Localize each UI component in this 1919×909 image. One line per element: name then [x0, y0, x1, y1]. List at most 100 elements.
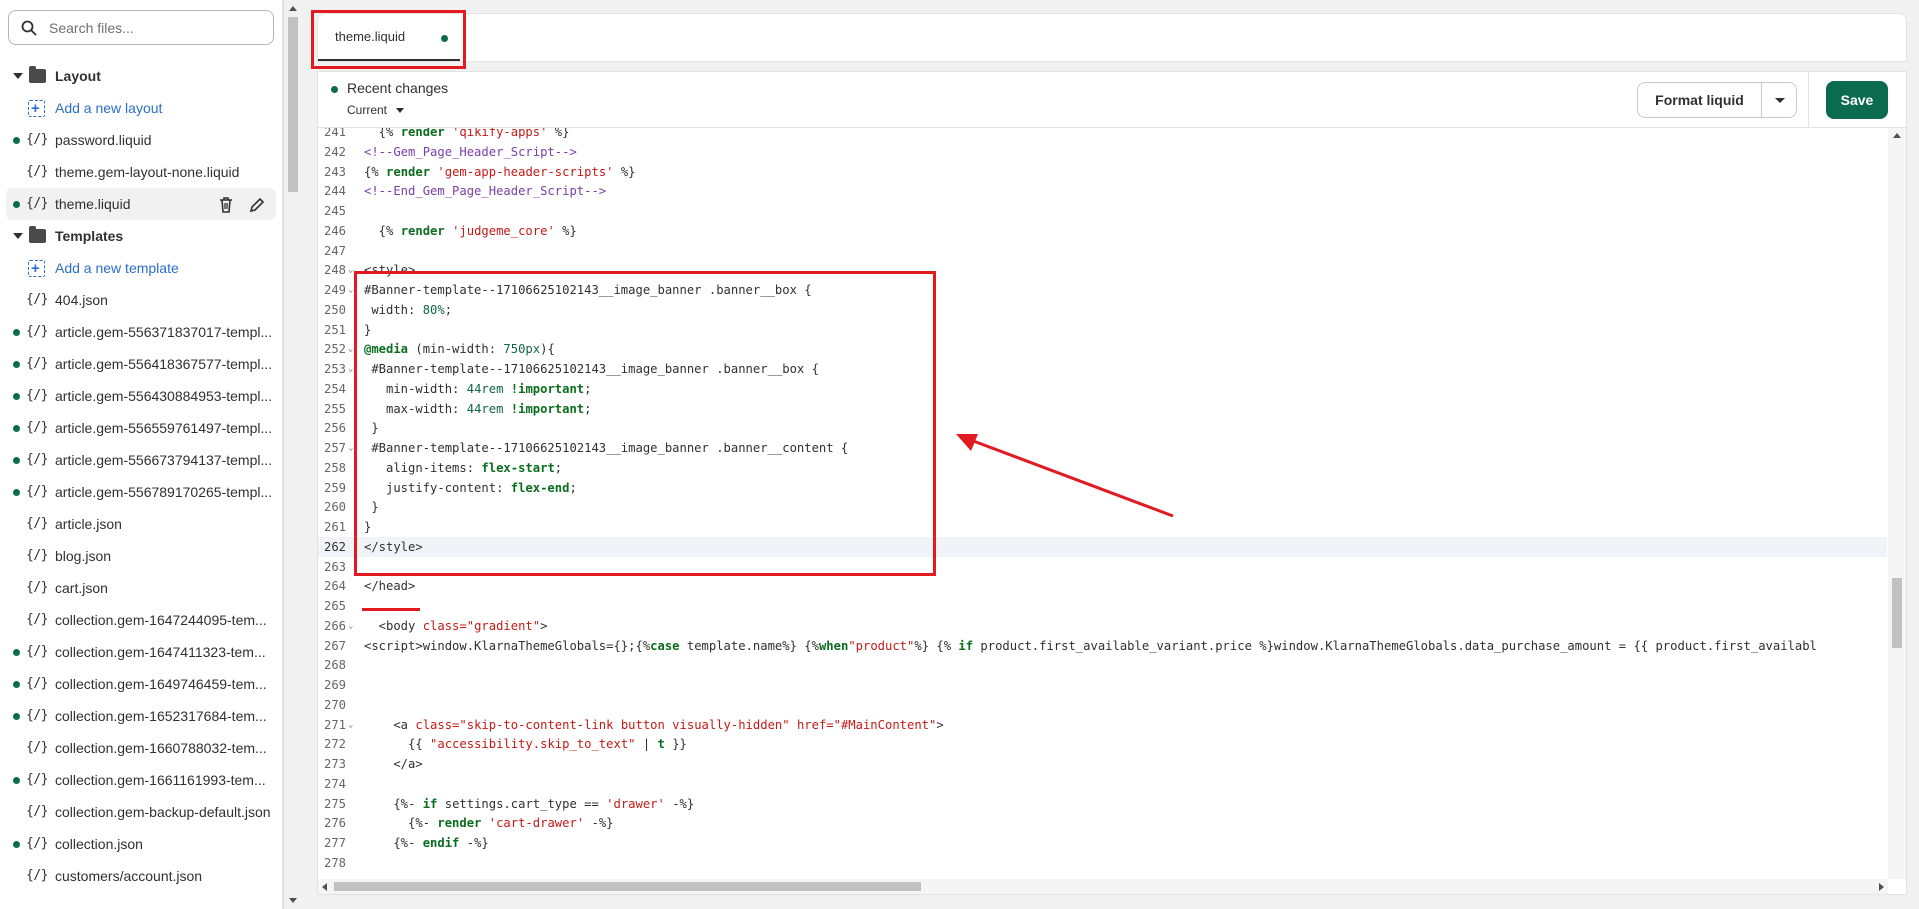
code-line[interactable]: 264 </head> — [318, 576, 1887, 596]
scroll-up-icon[interactable] — [1893, 133, 1901, 138]
file-item[interactable]: {/} blog.json — [0, 540, 276, 572]
fold-chevron-icon[interactable]: ⌄ — [348, 280, 353, 300]
file-item[interactable]: {/} 404.json — [0, 284, 276, 316]
code-line[interactable]: 254 min-width: 44rem !important; — [318, 379, 1887, 399]
file-item[interactable]: {/} theme.gem-layout-none.liquid — [0, 156, 276, 188]
file-item[interactable]: {/} article.gem-556418367577-templ... — [0, 348, 276, 380]
code-line[interactable]: 274 — [318, 774, 1887, 794]
code-line[interactable]: 262 </style> — [318, 536, 1887, 557]
code-line[interactable]: 272 {{ "accessibility.skip_to_text" | t … — [318, 734, 1887, 754]
file-label: password.liquid — [55, 132, 152, 148]
file-item[interactable]: {/} article.json — [0, 508, 276, 540]
file-item[interactable]: {/} article.gem-556371837017-templ... — [0, 316, 276, 348]
trash-icon[interactable] — [218, 196, 234, 214]
code-horizontal-scrollbar[interactable] — [318, 879, 1888, 894]
code-line[interactable]: 252 ⌄ @media (min-width: 750px){ — [318, 339, 1887, 359]
code-line[interactable]: 267 <script>window.KlarnaThemeGlobals={};… — [318, 636, 1887, 656]
code-line[interactable]: 268 — [318, 655, 1887, 675]
code-vertical-scrollbar[interactable] — [1888, 128, 1906, 879]
search-box[interactable] — [8, 10, 274, 45]
code-line[interactable]: 251} — [318, 320, 1887, 340]
fold-chevron-icon[interactable]: ⌄ — [348, 616, 353, 636]
format-liquid-button[interactable]: Format liquid — [1637, 82, 1762, 118]
file-item[interactable]: {/} customers/account.json — [0, 860, 276, 892]
code-line[interactable]: 266 ⌄ <body class="gradient"> — [318, 616, 1887, 636]
code-line[interactable]: 242 <!--Gem_Page_Header_Script--> — [318, 142, 1887, 162]
scroll-thumb[interactable] — [1892, 578, 1902, 648]
code-line[interactable]: 247 — [318, 241, 1887, 261]
code-line[interactable]: 253 ⌄ #Banner-template--17106625102143__i… — [318, 359, 1887, 379]
file-item[interactable]: {/} collection.gem-backup-default.json — [0, 796, 276, 828]
fold-chevron-icon[interactable]: ⌄ — [348, 260, 353, 280]
fold-chevron-icon[interactable]: ⌄ — [348, 438, 353, 458]
sidebar-scrollbar[interactable] — [283, 0, 300, 909]
code-line[interactable]: 241 {% render 'qikify-apps' %} — [318, 128, 1887, 142]
search-input[interactable] — [49, 18, 264, 38]
code-line[interactable]: 263 — [318, 557, 1887, 577]
version-select[interactable]: Current — [347, 103, 387, 117]
file-item[interactable]: {/} cart.json — [0, 572, 276, 604]
file-item[interactable]: {/} article.gem-556673794137-templ... — [0, 444, 276, 476]
save-button[interactable]: Save — [1826, 81, 1888, 119]
code-line[interactable]: 256 } — [318, 418, 1887, 438]
file-item[interactable]: {/} collection.gem-1660788032-tem... — [0, 732, 276, 764]
code-line[interactable]: 278 — [318, 853, 1887, 873]
fold-chevron-icon[interactable]: ⌄ — [348, 359, 353, 379]
fold-chevron-icon[interactable]: ⌄ — [348, 715, 353, 735]
code-line[interactable]: 248 ⌄ <style> — [318, 260, 1887, 280]
scroll-up-icon[interactable] — [289, 6, 297, 11]
scroll-right-icon[interactable] — [1879, 883, 1884, 891]
code-line[interactable]: 265 — [318, 596, 1887, 616]
tab-theme-liquid[interactable]: theme.liquid — [318, 14, 460, 61]
code-line[interactable]: 276 {%- render 'cart-drawer' -%} — [318, 813, 1887, 833]
code-line[interactable]: 277 {%- endif -%} — [318, 833, 1887, 853]
chevron-down-icon[interactable] — [13, 233, 23, 239]
code-line[interactable]: 255 max-width: 44rem !important; — [318, 399, 1887, 419]
code-line[interactable]: 269 — [318, 675, 1887, 695]
file-item[interactable]: {/} collection.json — [0, 828, 276, 860]
code-line[interactable]: 249 ⌄ #Banner-template--17106625102143__im… — [318, 280, 1887, 300]
code-text: <!--Gem_Page_Header_Script--> — [364, 144, 577, 159]
file-item[interactable]: {/} collection.gem-1661161993-tem... — [0, 764, 276, 796]
file-item[interactable]: {/} collection.gem-1652317684-tem... — [0, 700, 276, 732]
file-item[interactable]: {/} collection.gem-1647244095-tem... — [0, 604, 276, 636]
scroll-thumb[interactable] — [288, 17, 298, 192]
code-line[interactable]: 257 ⌄ #Banner-template--17106625102143__i… — [318, 438, 1887, 458]
code-line[interactable]: 258 align-items: flex-start; — [318, 458, 1887, 478]
code-line[interactable]: 275 {%- if settings.cart_type == 'drawer… — [318, 794, 1887, 814]
file-label: collection.gem-1661161993-tem... — [55, 772, 266, 788]
pencil-icon[interactable] — [248, 196, 266, 214]
code-line[interactable]: 270 — [318, 695, 1887, 715]
add-new-link[interactable]: Add a new layout — [0, 92, 276, 125]
chevron-down-icon[interactable] — [13, 73, 23, 79]
file-item[interactable]: {/} collection.gem-1649746459-tem... — [0, 668, 276, 700]
code-line[interactable]: 260 } — [318, 497, 1887, 517]
scroll-left-icon[interactable] — [322, 883, 327, 891]
code-line[interactable]: 261} — [318, 517, 1887, 537]
add-new-link[interactable]: Add a new template — [0, 252, 276, 285]
file-item[interactable]: {/} article.gem-556430884953-templ... — [0, 380, 276, 412]
file-item[interactable]: {/} theme.liquid — [6, 188, 276, 220]
fold-chevron-icon[interactable]: ⌄ — [348, 339, 353, 359]
file-item[interactable]: {/} article.gem-556789170265-templ... — [0, 476, 276, 508]
file-item[interactable]: {/} password.liquid — [0, 124, 276, 156]
code-text: {% render 'qikify-apps' %} — [364, 128, 570, 139]
code-line[interactable]: 259 justify-content: flex-end; — [318, 478, 1887, 498]
chevron-down-icon[interactable] — [396, 108, 404, 113]
line-number: 251 — [323, 322, 346, 337]
code-line[interactable]: 245 — [318, 201, 1887, 221]
code-line[interactable]: 250 width: 80%; — [318, 300, 1887, 320]
code-line[interactable]: 271 ⌄ <a class="skip-to-content-link butt… — [318, 715, 1887, 735]
scroll-down-icon[interactable] — [289, 898, 297, 903]
code-line[interactable]: 273 </a> — [318, 754, 1887, 774]
file-item[interactable]: {/} article.gem-556559761497-templ... — [0, 412, 276, 444]
folder-templates[interactable]: Templates — [0, 220, 276, 252]
code-area[interactable]: 241 {% render 'qikify-apps' %} 242 <!--Gem… — [318, 128, 1887, 879]
format-options-button[interactable] — [1761, 82, 1797, 118]
scroll-thumb[interactable] — [334, 882, 921, 891]
file-item[interactable]: {/} collection.gem-1647411323-tem... — [0, 636, 276, 668]
code-line[interactable]: 243 {% render 'gem-app-header-scripts' %} — [318, 162, 1887, 182]
code-line[interactable]: 246 {% render 'judgeme_core' %} — [318, 221, 1887, 241]
code-line[interactable]: 244 <!--End_Gem_Page_Header_Script--> — [318, 181, 1887, 201]
folder-layout[interactable]: Layout — [0, 60, 276, 92]
